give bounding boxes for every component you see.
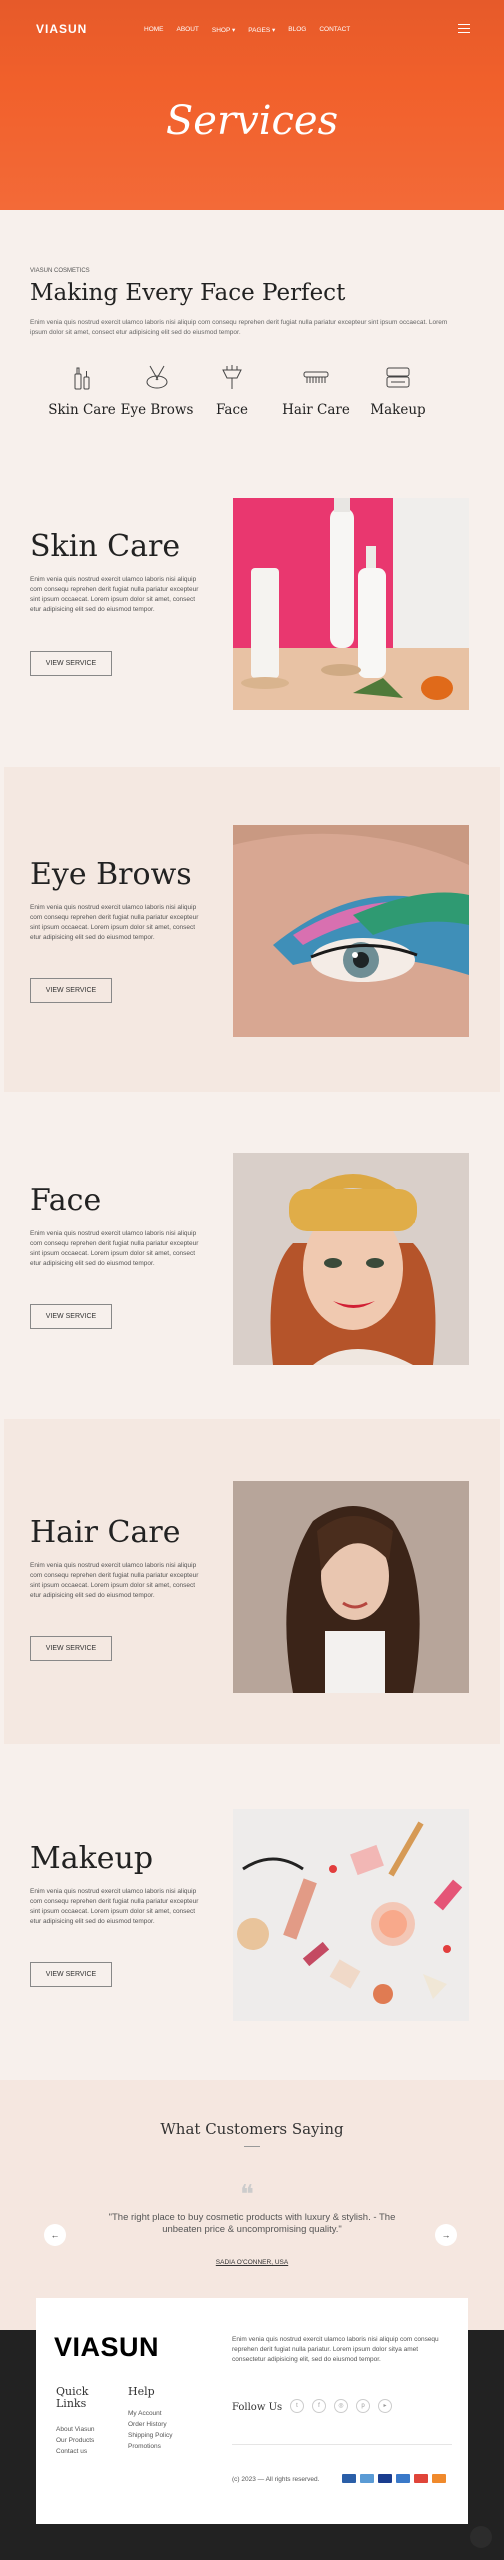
follow-us-label: Follow Us [232, 2402, 283, 2413]
service-text: Enim venia quis nostrud exercit ulamco l… [30, 1888, 199, 1925]
intro-text: Enim venia quis nostrud exercit ulamco l… [30, 319, 448, 336]
service-text: Enim venia quis nostrud exercit ulamco l… [30, 1230, 199, 1267]
copyright: (c) 2023 — All rights reserved. [232, 2476, 320, 2483]
youtube-icon[interactable]: ▸ [378, 2399, 392, 2413]
visa-electron-icon [396, 2474, 410, 2483]
title-divider [244, 2146, 260, 2147]
quick-links-title: Quick Links [56, 2385, 89, 2410]
nav-contact[interactable]: CONTACT [319, 26, 350, 34]
amex-icon [360, 2474, 374, 2483]
hamburger-icon[interactable] [458, 24, 470, 33]
service-text: Enim venia quis nostrud exercit ulamco l… [30, 576, 199, 613]
category-label: Makeup [370, 402, 426, 418]
hair-care-image [233, 1481, 469, 1693]
hero-banner: VIASUN HOME ABOUT SHOP ▾ PAGES ▾ BLOG CO… [0, 0, 504, 210]
paypal-icon [342, 2474, 356, 2483]
category-label: Hair Care [282, 402, 350, 418]
footer-link-orders[interactable]: Order History [128, 2419, 172, 2430]
service-hair-care: Hair Care Enim venia quis nostrud exerci… [4, 1419, 500, 1744]
twitter-icon[interactable]: t [290, 2399, 304, 2413]
nav-links: HOME ABOUT SHOP ▾ PAGES ▾ BLOG CONTACT [144, 26, 363, 34]
brush-and-tweezers-icon [146, 365, 168, 389]
nav-blog[interactable]: BLOG [288, 26, 306, 34]
category-row: Skin Care Eye Brows Face Hair Care Makeu… [30, 362, 460, 432]
category-label: Face [215, 402, 249, 418]
view-service-button[interactable]: VIEW SERVICE [30, 651, 112, 676]
footer-logo[interactable]: VIASUN [54, 2332, 159, 2363]
nav-home[interactable]: HOME [144, 26, 164, 34]
nav-about[interactable]: ABOUT [177, 26, 199, 34]
testimonials-section: What Customers Saying ❝ "The right place… [0, 2080, 504, 2330]
quick-links-list: About Viasun Our Products Contact us [56, 2424, 95, 2457]
site-logo[interactable]: VIASUN [36, 22, 87, 36]
footer-divider [232, 2444, 452, 2445]
service-eye-brows: Eye Brows Enim venia quis nostrud exerci… [4, 767, 500, 1092]
testimonial-quote: "The right place to buy cosmetic product… [108, 2212, 396, 2235]
service-text: Enim venia quis nostrud exercit ulamco l… [30, 904, 199, 941]
visa-icon [378, 2474, 392, 2483]
service-title: Makeup [30, 1841, 154, 1876]
eye-makeup-image [233, 825, 469, 1037]
intro-kicker: VIASUN COSMETICS [30, 268, 90, 274]
footer-link-contact[interactable]: Contact us [56, 2446, 95, 2457]
view-service-button[interactable]: VIEW SERVICE [30, 1636, 112, 1661]
view-service-button[interactable]: VIEW SERVICE [30, 1304, 112, 1329]
scroll-to-top-button[interactable] [470, 2526, 492, 2548]
footer-about-text: Enim venia quis nostrud exercit ulamco l… [232, 2336, 439, 2363]
view-service-button[interactable]: VIEW SERVICE [30, 978, 112, 1003]
nav-shop[interactable]: SHOP ▾ [212, 26, 235, 34]
hair-comb-icon [303, 371, 329, 383]
instagram-icon[interactable]: ◎ [334, 2399, 348, 2413]
testimonial-author[interactable]: SADIA O'CONNER, USA [0, 2259, 504, 2266]
category-eye-brows[interactable]: Eye Brows [117, 362, 197, 418]
main-navigation: VIASUN HOME ABOUT SHOP ▾ PAGES ▾ BLOG CO… [0, 0, 504, 60]
category-label: Eye Brows [120, 402, 194, 418]
service-makeup: Makeup Enim venia quis nostrud exercit u… [0, 1745, 504, 2070]
footer: VIASUN Enim venia quis nostrud exercit u… [36, 2298, 468, 2524]
category-label: Skin Care [48, 402, 116, 418]
footer-link-about[interactable]: About Viasun [56, 2424, 95, 2435]
footer-link-shipping[interactable]: Shipping Policy [128, 2430, 172, 2441]
nav-pages[interactable]: PAGES ▾ [248, 26, 275, 34]
service-face: Face Enim venia quis nostrud exercit ula… [0, 1093, 504, 1418]
footer-link-account[interactable]: My Account [128, 2408, 172, 2419]
service-title: Face [30, 1183, 102, 1218]
lotion-bottles-icon [74, 367, 90, 390]
facebook-icon[interactable]: f [312, 2399, 326, 2413]
intro-title: Making Every Face Perfect [30, 280, 346, 306]
makeup-products-image [233, 1809, 469, 2021]
mastercard-icon [414, 2474, 428, 2483]
service-skin-care: Skin Care Enim venia quis nostrud exerci… [0, 455, 504, 780]
discover-icon [432, 2474, 446, 2483]
pinterest-icon[interactable]: p [356, 2399, 370, 2413]
service-title: Hair Care [30, 1515, 181, 1550]
category-skin-care[interactable]: Skin Care [42, 362, 122, 418]
testimonials-title: What Customers Saying [160, 2120, 344, 2138]
compact-mirror-icon [386, 367, 410, 388]
arrow-right-icon[interactable]: → [435, 2224, 457, 2246]
footer-link-products[interactable]: Our Products [56, 2435, 95, 2446]
face-portrait-image [233, 1153, 469, 1365]
service-title: Eye Brows [30, 857, 192, 892]
quote-icon: ❝ [240, 2180, 254, 2210]
help-title: Help [128, 2385, 155, 2398]
help-links-list: My Account Order History Shipping Policy… [128, 2408, 172, 2452]
view-service-button[interactable]: VIEW SERVICE [30, 1962, 112, 1987]
arrow-left-icon[interactable]: ← [44, 2224, 66, 2246]
page-title: Services [165, 98, 339, 144]
footer-link-promotions[interactable]: Promotions [128, 2441, 172, 2452]
skin-care-image [233, 498, 469, 710]
category-face[interactable]: Face [192, 362, 272, 418]
service-text: Enim venia quis nostrud exercit ulamco l… [30, 1562, 199, 1599]
category-hair-care[interactable]: Hair Care [276, 362, 356, 418]
service-title: Skin Care [30, 529, 181, 564]
category-makeup[interactable]: Makeup [358, 362, 438, 418]
makeup-brush-icon [222, 365, 242, 389]
